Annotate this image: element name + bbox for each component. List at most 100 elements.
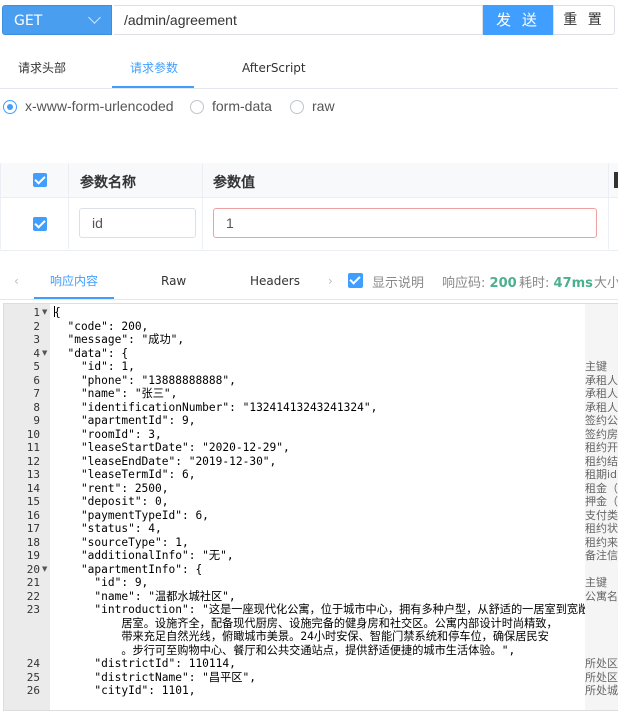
code-line: "id": 9,	[54, 576, 149, 589]
code-line: "leaseStartDate": "2020-12-29",	[54, 441, 290, 454]
field-description: 备注信	[585, 549, 618, 562]
line-number: 11	[26, 441, 40, 454]
tab-scroll-left-icon[interactable]: ‹	[14, 274, 19, 288]
tab-divider	[0, 299, 618, 300]
status-code-value: 200	[489, 276, 517, 291]
line-number: 15	[26, 495, 40, 508]
code-line: "introduction": "这是一座现代化公寓，位于城市中心，拥有多种户型…	[54, 603, 585, 616]
line-number: 5	[33, 360, 40, 373]
field-description: 签约公	[585, 414, 618, 427]
active-tab-indicator	[112, 86, 194, 88]
elapsed-time-readout: 耗时: 47ms	[519, 272, 593, 291]
code-line: "name": "温都水城社区",	[54, 589, 236, 603]
field-description: 主键	[585, 360, 607, 373]
code-line: "paymentTypeId": 6,	[54, 508, 209, 522]
fold-toggle-icon[interactable]: ▼	[42, 306, 47, 320]
code-line: "phone": "13888888888",	[54, 373, 236, 387]
active-tab-indicator	[34, 297, 114, 299]
line-number: 12	[26, 454, 40, 468]
code-line: "districtName": "昌平区",	[54, 670, 256, 684]
tab-response-raw[interactable]: Raw	[161, 273, 186, 289]
code-line: "data": {	[54, 346, 129, 360]
radio-label: raw	[312, 98, 335, 114]
reset-button[interactable]: 重 置	[553, 5, 615, 35]
elapsed-time-label: 耗时:	[519, 276, 550, 291]
tab-request-params[interactable]: 请求参数	[130, 60, 178, 76]
line-number: 20	[26, 562, 40, 576]
field-description: 主键	[585, 576, 607, 589]
method-select[interactable]: GET	[2, 5, 112, 35]
field-description: 承租人	[585, 387, 618, 400]
line-number: 4	[33, 346, 40, 360]
radio-label: x-www-form-urlencoded	[25, 98, 174, 114]
code-line: "leaseTermId": 6,	[54, 468, 196, 481]
tab-response-headers[interactable]: Headers	[250, 273, 300, 289]
select-all-checkbox[interactable]	[33, 173, 47, 187]
field-description-column: 主键 承租人 承租人 承租人 签约公 签约房 租约开 租约结 租期id 租金（ 押金（ 支付类 租约状租…	[585, 304, 618, 710]
fold-toggle-icon[interactable]: ▼	[42, 563, 47, 577]
tab-request-headers[interactable]: 请求头部	[18, 60, 66, 76]
field-description: 租金（	[585, 481, 618, 495]
method-value: GET	[14, 13, 43, 29]
code-line: "code": 200,	[54, 319, 149, 333]
code-line: "districtId": 110114,	[54, 657, 236, 670]
url-bar: GET /admin/agreement 发 送 重 置	[0, 5, 618, 37]
fold-toggle-icon[interactable]: ▼	[42, 347, 47, 361]
code-line: "name": "张三",	[54, 387, 178, 400]
tab-scroll-right-icon[interactable]: ›	[328, 274, 333, 288]
code-line: "rent": 2500,	[54, 481, 169, 495]
show-description-checkbox[interactable]	[348, 273, 363, 288]
code-line: 带来充足自然光线，俯瞰城市美景。24小时安保、智能门禁系统和停车位，确保居民安	[54, 630, 549, 643]
code-content[interactable]: { "code": 200, "message": "成功", "data": …	[50, 304, 585, 710]
tab-response-body[interactable]: 响应内容	[50, 273, 98, 289]
field-description: 所处区	[585, 657, 618, 670]
field-description: 公寓名	[585, 589, 618, 603]
param-name-input[interactable]: id	[79, 208, 196, 238]
field-description: 租约状	[585, 522, 618, 535]
send-button[interactable]: 发 送	[483, 5, 553, 35]
line-number: 23	[26, 603, 40, 616]
row-checkbox[interactable]	[33, 217, 47, 231]
line-number: 18	[26, 535, 40, 549]
code-line: {	[54, 306, 61, 319]
code-line: "status": 4,	[54, 522, 162, 535]
line-number: 25	[26, 670, 40, 684]
radio-unchecked-icon	[190, 100, 204, 114]
line-number: 8	[33, 400, 40, 414]
line-number: 1	[33, 306, 40, 319]
code-line: "sourceType": 1,	[54, 535, 189, 549]
elapsed-time-value: 47ms	[553, 276, 593, 291]
line-number: 16	[26, 508, 40, 522]
field-description: 租期id	[585, 468, 618, 481]
field-description: 所处区	[585, 670, 618, 684]
field-description: 租约开	[585, 441, 618, 454]
code-line: "id": 1,	[54, 360, 135, 373]
field-description: 所处城	[585, 684, 618, 697]
field-description: 支付类	[585, 508, 618, 522]
line-number: 10	[26, 427, 40, 441]
line-number: 17	[26, 522, 40, 535]
code-line: "message": "成功",	[54, 333, 185, 346]
url-input[interactable]: /admin/agreement	[114, 5, 483, 35]
field-description: 签约房	[585, 427, 618, 441]
field-description: 租约结	[585, 454, 618, 468]
tab-divider	[0, 88, 618, 89]
code-line: "apartmentInfo": {	[54, 562, 203, 576]
line-number: 13	[26, 468, 40, 481]
line-number: 14	[26, 481, 40, 495]
status-code-readout: 响应码: 200	[442, 272, 517, 291]
code-line: "identificationNumber": "132414132432413…	[54, 400, 378, 414]
column-header-param-name: 参数名称	[80, 175, 136, 191]
code-line: "roomId": 3,	[54, 427, 162, 441]
param-value-input[interactable]: 1	[213, 208, 597, 238]
code-line: "additionalInfo": "无",	[54, 549, 234, 562]
column-header-param-value: 参数值	[213, 175, 255, 191]
tab-afterscript[interactable]: AfterScript	[242, 60, 306, 76]
code-line: "apartmentId": 9,	[54, 414, 196, 427]
line-number: 3	[33, 333, 40, 346]
line-number-gutter: 1 ▼ 2 3 4 ▼ 5 6 7 8 9 10 11 12 13 14 15 16 17 18 19 20 ▼ 21 22 23…	[4, 304, 50, 710]
field-description: 租约来	[585, 535, 618, 549]
response-code-editor[interactable]: 1 ▼ 2 3 4 ▼ 5 6 7 8 9 10 11 12 13 14 15 16 17 18 19 20 ▼ 21 22 23…	[3, 303, 618, 711]
code-line: "cityId": 1101,	[54, 684, 196, 697]
field-description: 承租人	[585, 373, 618, 387]
